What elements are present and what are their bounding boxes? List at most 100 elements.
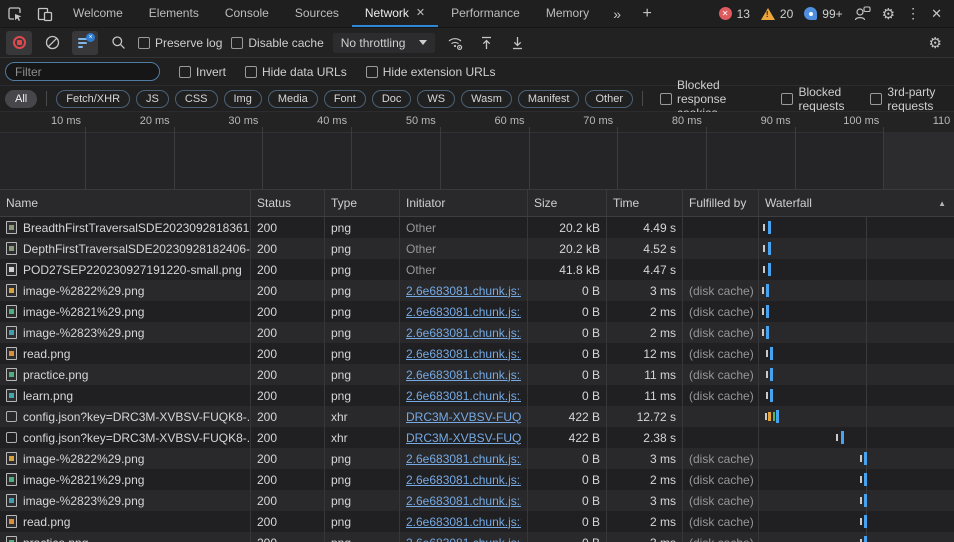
- table-row[interactable]: BreadthFirstTraversalSDE2023092818361...…: [0, 217, 954, 238]
- initiator-link[interactable]: 2.6e683081.chunk.js:2: [406, 284, 521, 298]
- filter-chip-img[interactable]: Img: [223, 89, 262, 108]
- tab-performance[interactable]: Performance: [438, 0, 533, 27]
- filter-chip-media[interactable]: Media: [267, 89, 318, 108]
- tab-sources[interactable]: Sources: [282, 0, 352, 27]
- network-conditions-button[interactable]: [444, 31, 466, 55]
- chip-separator: [641, 91, 643, 106]
- more-options-kebab-icon[interactable]: ⋮: [906, 5, 920, 22]
- filter-chip-other[interactable]: Other: [585, 89, 633, 108]
- export-har-icon[interactable]: [506, 31, 528, 55]
- import-har-icon[interactable]: [475, 31, 497, 55]
- ruler-gridline: [262, 127, 263, 189]
- column-header-type[interactable]: Type: [325, 190, 400, 216]
- hide-data-urls-checkbox[interactable]: Hide data URLs: [245, 65, 347, 79]
- filter-chip-css[interactable]: CSS: [174, 89, 218, 108]
- filter-chip-manifest[interactable]: Manifest: [517, 89, 580, 108]
- filter-chip-font[interactable]: Font: [323, 89, 366, 108]
- column-header-waterfall[interactable]: Waterfall ▲: [759, 190, 954, 216]
- initiator-link[interactable]: 2.6e683081.chunk.js:2: [406, 305, 521, 319]
- network-settings-gear-icon[interactable]: ⚙: [929, 34, 948, 52]
- table-row[interactable]: image-%2821%29.png 200 png 2.6e683081.chunk…: [0, 301, 954, 322]
- waterfall-cell: [759, 217, 954, 238]
- hide-extension-urls-checkbox[interactable]: Hide extension URLs: [365, 65, 495, 79]
- table-row[interactable]: read.png 200 png 2.6e683081.chunk.js:2 0 B2 …: [0, 511, 954, 532]
- record-network-log-button[interactable]: [6, 30, 32, 55]
- name-cell: practice.png: [0, 532, 251, 542]
- initiator-link[interactable]: 2.6e683081.chunk.js:2: [406, 452, 521, 466]
- throttling-value: No throttling: [340, 35, 406, 50]
- initiator-link[interactable]: 2.6e683081.chunk.js:2: [406, 389, 521, 403]
- filter-chip-all[interactable]: All: [5, 89, 38, 108]
- warning-badge[interactable]: ! 20: [760, 7, 793, 21]
- initiator-link[interactable]: 2.6e683081.chunk.js:2: [406, 326, 521, 340]
- tab-console[interactable]: Console: [212, 0, 282, 27]
- filter-input[interactable]: [5, 62, 160, 81]
- filter-chip-js[interactable]: JS: [136, 89, 169, 108]
- initiator-link[interactable]: DRC3M-XVBSV-FUQ...: [406, 410, 521, 424]
- initiator-link[interactable]: 2.6e683081.chunk.js:2: [406, 473, 521, 487]
- column-header-label: Name: [6, 196, 39, 210]
- settings-gear-icon[interactable]: ⚙: [882, 5, 895, 23]
- add-tab-button[interactable]: +: [632, 0, 662, 27]
- column-header-fulfilled-by[interactable]: Fulfilled by: [683, 190, 759, 216]
- filter-chip-ws[interactable]: WS: [417, 89, 456, 108]
- initiator-link[interactable]: 2.6e683081.chunk.js:2: [406, 515, 521, 529]
- close-tab-icon[interactable]: ✕: [416, 6, 425, 19]
- filter-chip-wasm[interactable]: Wasm: [461, 89, 512, 108]
- network-overview-timeline[interactable]: 10 ms 20 ms 30 ms 40 ms 50 ms 60 ms 70 ms 80 ms…: [0, 112, 954, 190]
- table-row[interactable]: image-%2823%29.png 200 png 2.6e683081.chunk…: [0, 490, 954, 511]
- table-row[interactable]: read.png 200 png 2.6e683081.chunk.js:2 0 B 12…: [0, 343, 954, 364]
- initiator-link[interactable]: 2.6e683081.chunk.js:2: [406, 347, 521, 361]
- initiator-link[interactable]: 2.6e683081.chunk.js:2: [406, 368, 521, 382]
- table-row[interactable]: practice.png 200png 2.6e683081.chunk.js:2 0…: [0, 532, 954, 542]
- status-cell: 200: [251, 343, 325, 364]
- more-tabs-button[interactable]: »: [602, 0, 632, 27]
- clear-network-log-button[interactable]: [41, 31, 63, 55]
- preserve-log-checkbox[interactable]: Preserve log: [138, 36, 222, 50]
- disable-cache-checkbox[interactable]: Disable cache: [231, 36, 324, 50]
- table-row[interactable]: image-%2822%29.png 200 png 2.6e683081.chunk…: [0, 280, 954, 301]
- initiator-text: Other: [406, 262, 437, 277]
- waterfall-download-bar: [864, 515, 867, 528]
- tab-elements[interactable]: Elements: [136, 0, 212, 27]
- close-devtools-icon[interactable]: ✕: [931, 6, 942, 22]
- table-row[interactable]: learn.png 200 png 2.6e683081.chunk.js:2 0 B1…: [0, 385, 954, 406]
- status-cell: 200: [251, 511, 325, 532]
- tab-welcome[interactable]: Welcome: [60, 0, 136, 27]
- column-header-size[interactable]: Size: [528, 190, 607, 216]
- devtools-window: Welcome Elements Console Sources Network ✕ Per…: [0, 0, 954, 542]
- column-header-name[interactable]: Name: [0, 190, 251, 216]
- table-row[interactable]: config.json?key=DRC3M-XVBSV-FUQK8-... 200…: [0, 406, 954, 427]
- table-row[interactable]: POD27SEP220230927191220-small.png 200 png O…: [0, 259, 954, 280]
- feedback-count-badge[interactable]: 99+: [804, 7, 843, 21]
- table-row[interactable]: image-%2822%29.png 200 png 2.6e683081.chunk…: [0, 448, 954, 469]
- table-row[interactable]: DepthFirstTraversalSDE20230928182406-...…: [0, 238, 954, 259]
- invert-checkbox[interactable]: Invert: [179, 65, 226, 79]
- initiator-link[interactable]: 2.6e683081.chunk.js:2: [406, 494, 521, 508]
- tab-memory[interactable]: Memory: [533, 0, 602, 27]
- column-header-time[interactable]: Time: [607, 190, 683, 216]
- column-header-initiator[interactable]: Initiator: [400, 190, 528, 216]
- tab-network[interactable]: Network ✕: [351, 0, 439, 27]
- table-row[interactable]: practice.png 200png 2.6e683081.chunk.js:2 0…: [0, 364, 954, 385]
- ruler-tick-label: 10 ms: [51, 115, 81, 127]
- filter-toggle-button[interactable]: ×: [72, 30, 98, 55]
- column-header-status[interactable]: Status: [251, 190, 325, 216]
- search-button[interactable]: [107, 31, 129, 55]
- filter-chip-fetch-xhr[interactable]: Fetch/XHR: [56, 89, 131, 108]
- send-feedback-icon[interactable]: [854, 6, 871, 21]
- 3rd-party-requests-checkbox[interactable]: 3rd-party requests: [870, 85, 949, 113]
- request-name: config.json?key=DRC3M-XVBSV-FUQK8-...: [23, 409, 251, 424]
- initiator-link[interactable]: 2.6e683081.chunk.js:2: [406, 536, 521, 542]
- table-row[interactable]: image-%2823%29.png 200 png 2.6e683081.chunk…: [0, 322, 954, 343]
- error-badge[interactable]: ✕ 13: [718, 7, 750, 21]
- table-row[interactable]: image-%2821%29.png 200 png 2.6e683081.chunk…: [0, 469, 954, 490]
- inspect-element-icon[interactable]: [0, 0, 30, 27]
- checkbox-icon: [231, 36, 244, 49]
- table-row[interactable]: config.json?key=DRC3M-XVBSV-FUQK8-... 200…: [0, 427, 954, 448]
- device-toolbar-icon[interactable]: [30, 0, 60, 27]
- blocked-requests-checkbox[interactable]: Blocked requests: [781, 85, 856, 113]
- throttling-select[interactable]: No throttling: [332, 32, 436, 53]
- initiator-link[interactable]: DRC3M-XVBSV-FUQ...: [406, 431, 521, 445]
- filter-chip-doc[interactable]: Doc: [371, 89, 412, 108]
